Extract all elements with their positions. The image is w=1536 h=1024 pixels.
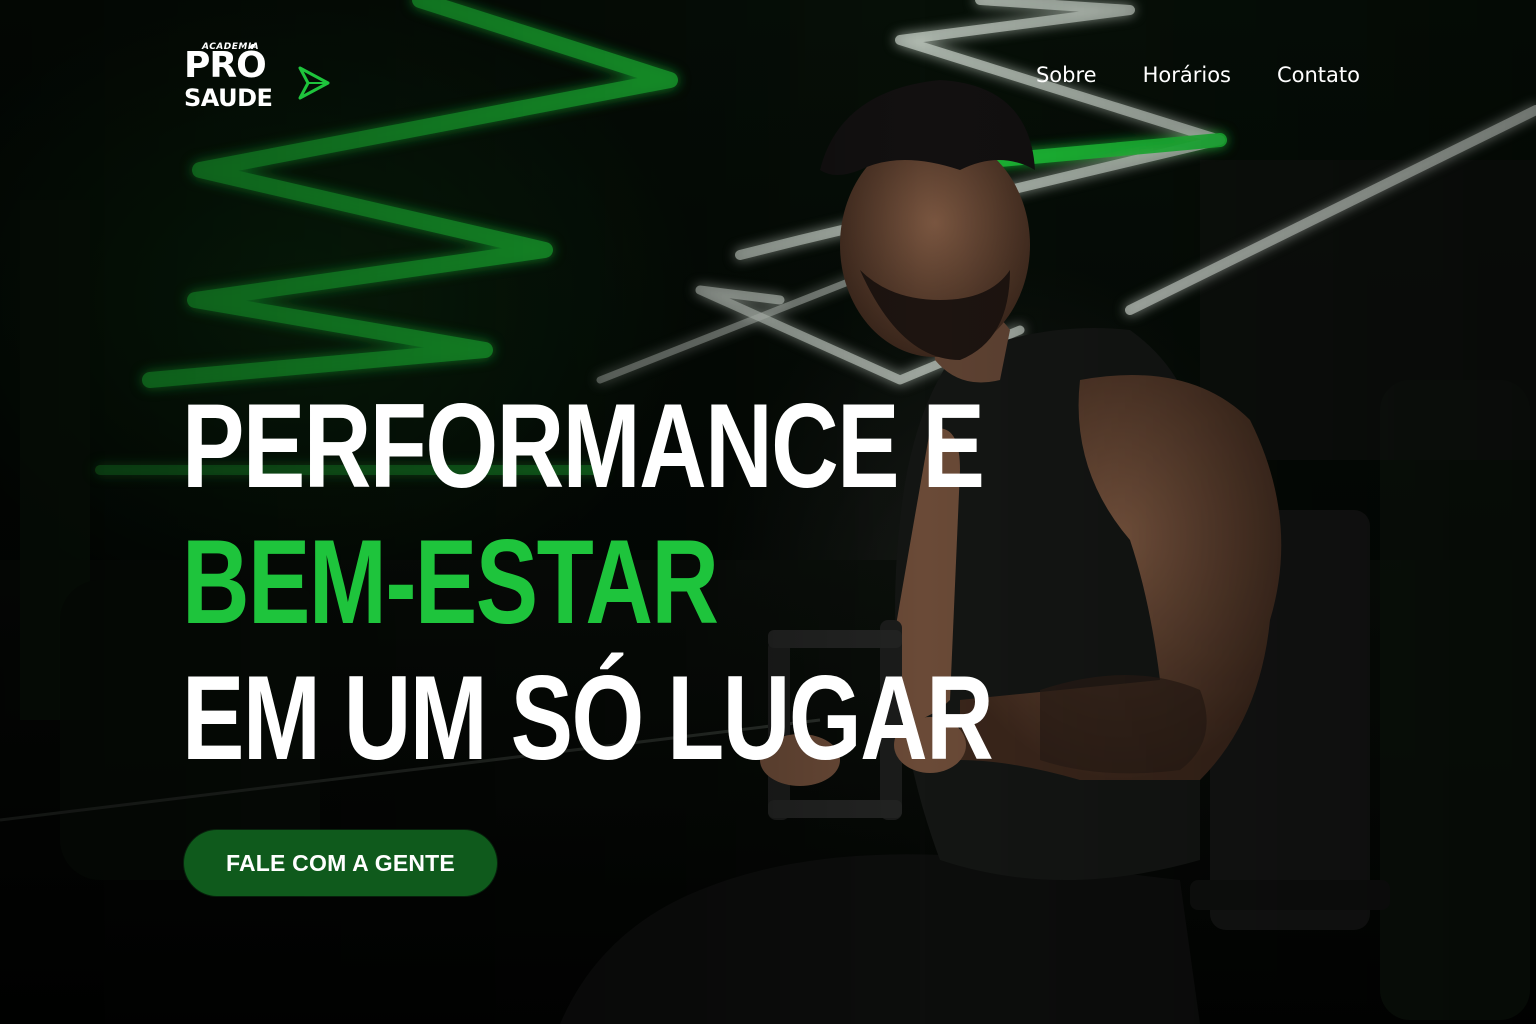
hero-section: ACADEMIA PRÓ SAUDE Sobre Horários Contat… — [0, 0, 1536, 1024]
hero-headline: PERFORMANCE E BEM-ESTAR EM UM SÓ LUGAR — [182, 378, 994, 786]
headline-line1: PERFORMANCE E — [182, 379, 985, 513]
headline-line2-accent: BEM-ESTAR — [182, 515, 719, 649]
brand-logo[interactable]: ACADEMIA PRÓ SAUDE — [184, 42, 334, 114]
nav-link-horarios[interactable]: Horários — [1143, 60, 1231, 90]
nav-link-sobre[interactable]: Sobre — [1036, 60, 1097, 90]
logo-arrow-icon — [298, 66, 330, 100]
nav-link-contato[interactable]: Contato — [1277, 60, 1360, 90]
contact-cta-button[interactable]: FALE COM A GENTE — [184, 830, 497, 896]
logo-name-line1: PRÓ — [184, 45, 267, 86]
headline-line3: EM UM SÓ LUGAR — [182, 651, 994, 785]
main-nav: Sobre Horários Contato — [1036, 60, 1360, 90]
logo-name-line2: SAUDE — [184, 84, 273, 112]
